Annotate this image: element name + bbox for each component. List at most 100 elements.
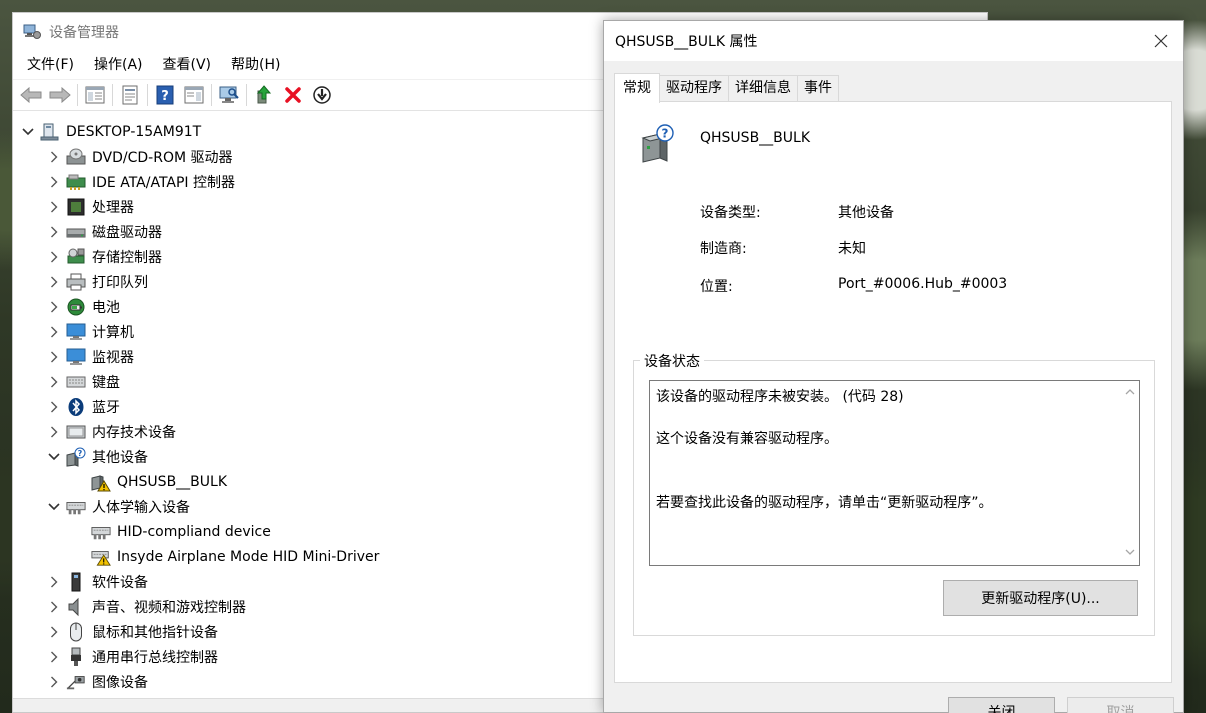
enable-device-icon[interactable] xyxy=(310,83,334,107)
menu-help[interactable]: 帮助(H) xyxy=(221,51,290,79)
update-driver-icon[interactable] xyxy=(252,83,276,107)
chevron-right-icon[interactable] xyxy=(45,198,63,216)
tree-category-item[interactable]: 图像设备 xyxy=(45,669,148,694)
manufacturer-label: 制造商: xyxy=(700,241,747,257)
window-title: 设备管理器 xyxy=(49,25,119,41)
svg-text:?: ? xyxy=(662,127,669,141)
battery-icon xyxy=(66,297,86,317)
chevron-right-icon[interactable] xyxy=(45,223,63,241)
chevron-down-icon[interactable] xyxy=(45,498,63,516)
svg-text:?: ? xyxy=(78,449,83,458)
tree-category-item[interactable]: DVD/CD-ROM 驱动器 xyxy=(45,144,233,169)
forward-arrow-icon[interactable] xyxy=(48,83,72,107)
chevron-down-icon[interactable] xyxy=(45,448,63,466)
help-icon[interactable]: ? xyxy=(153,83,177,107)
mouse-icon xyxy=(66,622,86,642)
tree-item-label: 人体学输入设备 xyxy=(92,499,190,516)
scan-hardware-icon[interactable] xyxy=(217,83,241,107)
location-value: Port_#0006.Hub_#0003 xyxy=(838,276,1008,292)
tree-category-item[interactable]: 鼠标和其他指针设备 xyxy=(45,619,218,644)
tree-device-item[interactable]: Insyde Airplane Mode HID Mini-Driver xyxy=(91,544,379,569)
general-tab-page: ? QHSUSB__BULK 设备类型: 其他设备 制造商: 未知 位置: Po… xyxy=(614,101,1172,683)
tree-item-label: 存储控制器 xyxy=(92,249,162,266)
menu-action[interactable]: 操作(A) xyxy=(84,51,153,79)
tree-device-item[interactable]: HID-compliand device xyxy=(91,519,271,544)
tree-category-item[interactable]: 打印队列 xyxy=(45,269,148,294)
tab-details[interactable]: 详细信息 xyxy=(728,75,798,101)
toolbar-separator xyxy=(211,84,212,106)
cancel-button[interactable]: 取消 xyxy=(1067,697,1174,713)
chevron-right-icon[interactable] xyxy=(45,348,63,366)
action-pane-icon[interactable] xyxy=(182,83,206,107)
tree-item-label: 处理器 xyxy=(92,199,134,216)
tree-category-item[interactable]: 磁盘驱动器 xyxy=(45,219,162,244)
chevron-right-icon[interactable] xyxy=(45,623,63,641)
tree-category-item[interactable]: 内存技术设备 xyxy=(45,419,176,444)
scroll-up-icon[interactable] xyxy=(1125,387,1135,397)
tree-category-item[interactable]: 声音、视频和游戏控制器 xyxy=(45,594,246,619)
chevron-right-icon[interactable] xyxy=(45,423,63,441)
device-manager-icon xyxy=(23,24,41,40)
chevron-right-icon[interactable] xyxy=(45,648,63,666)
dialog-title: QHSUSB__BULK 属性 xyxy=(615,34,758,50)
close-button[interactable]: 关闭 xyxy=(948,697,1055,713)
tree-category-item[interactable]: 存储控制器 xyxy=(45,244,162,269)
tab-driver[interactable]: 驱动程序 xyxy=(659,75,729,101)
close-icon[interactable] xyxy=(1139,21,1183,61)
chevron-right-icon[interactable] xyxy=(45,148,63,166)
back-arrow-icon[interactable] xyxy=(19,83,43,107)
tree-device-item[interactable]: QHSUSB__BULK xyxy=(91,469,227,494)
chevron-right-icon[interactable] xyxy=(45,323,63,341)
device-type-label: 设备类型: xyxy=(700,205,761,221)
tree-category-item[interactable]: 人体学输入设备 xyxy=(45,494,190,519)
chevron-right-icon[interactable] xyxy=(45,248,63,266)
tree-category-item[interactable]: 蓝牙 xyxy=(45,394,120,419)
chevron-right-icon[interactable] xyxy=(45,598,63,616)
speaker-icon xyxy=(66,597,86,617)
chevron-right-icon[interactable] xyxy=(45,573,63,591)
tab-events[interactable]: 事件 xyxy=(797,75,839,101)
tree-category-item[interactable]: 监视器 xyxy=(45,344,134,369)
tree-item-label: 打印队列 xyxy=(92,274,148,291)
chevron-right-icon[interactable] xyxy=(45,673,63,691)
update-driver-button[interactable]: 更新驱动程序(U)... xyxy=(943,580,1138,616)
properties-icon[interactable] xyxy=(118,83,142,107)
printer-icon xyxy=(66,272,86,292)
device-status-group: 设备状态 该设备的驱动程序未被安装。 (代码 28) 这个设备没有兼容驱动程序。… xyxy=(633,351,1155,636)
tree-category-item[interactable]: 计算机 xyxy=(45,319,134,344)
toolbar-separator xyxy=(112,84,113,106)
tree-item-label: QHSUSB__BULK xyxy=(117,473,228,490)
tree-category-item[interactable]: 电池 xyxy=(45,294,120,319)
manufacturer-value: 未知 xyxy=(838,241,866,257)
hid-icon xyxy=(91,522,111,542)
tree-category-item[interactable]: 处理器 xyxy=(45,194,134,219)
tree-category-item[interactable]: 软件设备 xyxy=(45,569,148,594)
dvd-drive-icon xyxy=(66,147,86,167)
tree-category-item[interactable]: 通用串行总线控制器 xyxy=(45,644,218,669)
tree-item-label: 键盘 xyxy=(92,374,120,391)
ide-controller-icon xyxy=(66,172,86,192)
tree-category-item[interactable]: ? 其他设备 xyxy=(45,444,148,469)
chevron-right-icon[interactable] xyxy=(45,173,63,191)
storage-controller-icon xyxy=(66,247,86,267)
scroll-down-icon[interactable] xyxy=(1125,547,1135,557)
chevron-right-icon[interactable] xyxy=(45,273,63,291)
menu-view[interactable]: 查看(V) xyxy=(153,51,222,79)
chevron-down-icon[interactable] xyxy=(19,123,37,141)
dialog-titlebar[interactable]: QHSUSB__BULK 属性 xyxy=(604,21,1183,61)
uninstall-device-icon[interactable] xyxy=(281,83,305,107)
chevron-right-icon[interactable] xyxy=(45,398,63,416)
svg-text:?: ? xyxy=(161,89,169,104)
tree-category-item[interactable]: IDE ATA/ATAPI 控制器 xyxy=(45,169,235,194)
device-status-textbox[interactable]: 该设备的驱动程序未被安装。 (代码 28) 这个设备没有兼容驱动程序。 若要查找… xyxy=(649,380,1140,566)
tree-category-item[interactable]: 键盘 xyxy=(45,369,120,394)
tab-general[interactable]: 常规 xyxy=(614,73,660,103)
menu-file[interactable]: 文件(F) xyxy=(17,51,84,79)
monitor-icon xyxy=(66,347,86,367)
camera-icon xyxy=(66,672,86,692)
chevron-right-icon[interactable] xyxy=(45,298,63,316)
chevron-right-icon[interactable] xyxy=(45,373,63,391)
console-tree-icon[interactable] xyxy=(83,83,107,107)
status-scrollbar[interactable] xyxy=(1121,381,1139,565)
tree-root[interactable]: DESKTOP-15AM91T xyxy=(19,119,201,144)
